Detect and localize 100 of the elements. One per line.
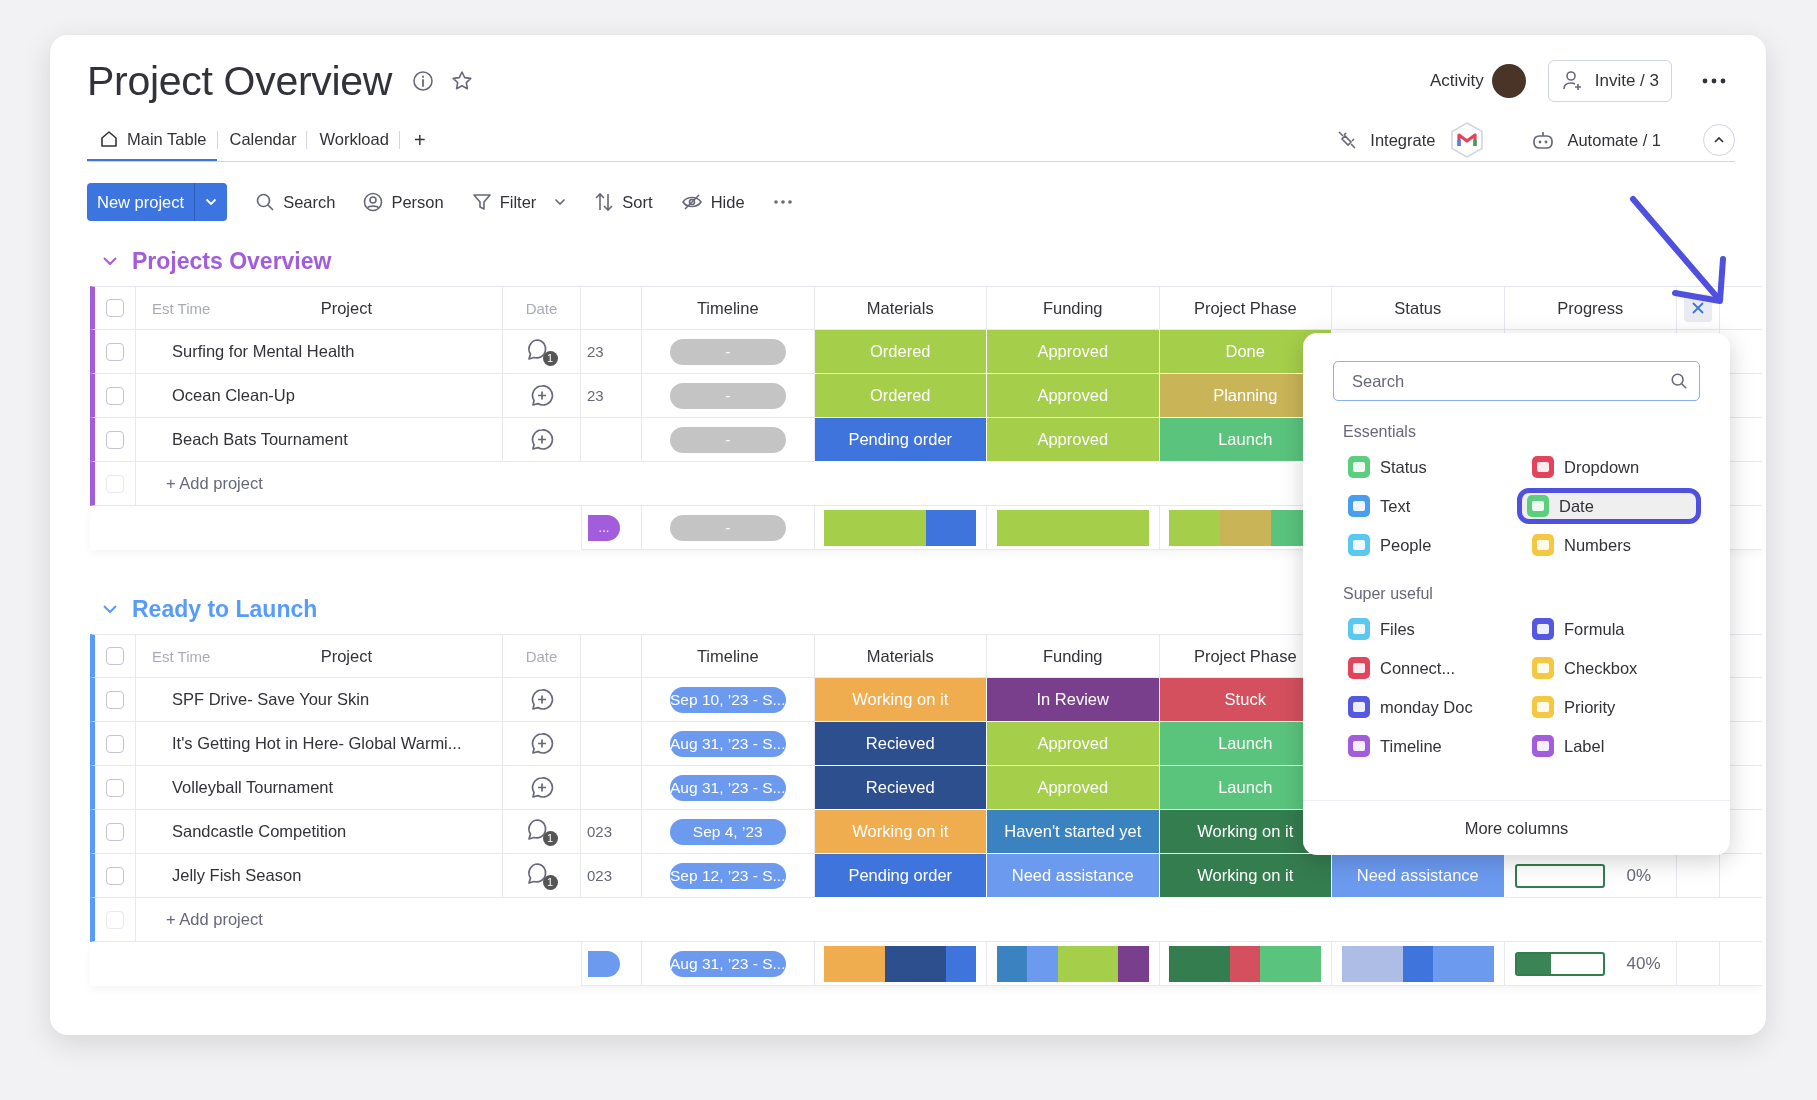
automate-link[interactable]: Automate / 1 [1567,130,1661,150]
new-project-button[interactable]: New project [87,183,228,221]
home-icon [99,129,119,149]
collapse-button[interactable] [1703,124,1735,156]
group-title[interactable]: Projects Overview [132,247,332,275]
status-label[interactable]: Haven't started yet [987,810,1160,854]
comment-icon[interactable]: 1 [525,861,558,890]
project-name[interactable]: Beach Bats Tournament [172,430,348,449]
sort-button[interactable]: Sort [594,192,653,212]
column-header[interactable]: Materials [866,646,934,666]
add-comment-icon[interactable] [529,731,554,756]
ghost-column-label: Date [525,299,558,317]
ghost-column-label: Date [525,647,558,665]
search-field[interactable]: Search [1333,361,1700,401]
status-label[interactable]: Pending order [814,854,987,898]
add-comment-icon[interactable] [529,687,554,712]
more-columns-link[interactable]: More columns [1464,818,1569,838]
column-header[interactable]: Timeline [696,646,759,666]
hide-button[interactable]: Hide [680,192,745,212]
filter-icon [471,192,492,212]
checkbox[interactable] [106,342,124,361]
comment-icon[interactable]: 1 [525,817,558,846]
checkbox[interactable] [106,430,124,449]
collapse-chevron-icon[interactable] [102,256,118,266]
column-type-option[interactable]: Files [1333,611,1517,647]
comment-count-badge: 1 [542,350,558,366]
column-type-option[interactable]: Numbers [1517,527,1701,563]
view-tab[interactable]: Main Table [87,119,217,161]
column-type-option[interactable]: Timeline [1333,728,1517,764]
status-label[interactable]: In Review [987,678,1160,722]
filter-button[interactable]: Filter [471,192,567,212]
add-comment-icon[interactable] [529,427,554,452]
add-comment-icon[interactable] [529,383,554,408]
column-header[interactable]: Materials [866,298,934,318]
eye-slash-icon [680,192,703,212]
checkbox[interactable] [106,778,124,797]
mail-logo-icon[interactable] [1449,121,1486,159]
view-tab[interactable]: Calendar [217,119,307,161]
project-name[interactable]: SPF Drive- Save Your Skin [172,690,370,709]
status-label[interactable]: Pending order [814,418,987,462]
column-type-option[interactable]: Date [1517,488,1701,524]
project-name[interactable]: Volleyball Tournament [172,778,334,797]
column-type-option[interactable]: Dropdown [1517,449,1701,485]
column-header[interactable]: Project [320,646,372,666]
column-type-option[interactable]: Status [1333,449,1517,485]
more-icon[interactable] [772,199,793,205]
activity-link[interactable]: Activity [1429,71,1484,91]
column-header[interactable]: Project [320,298,372,318]
project-name[interactable]: Sandcastle Competition [172,822,347,841]
checkbox-slot [106,910,124,929]
checkbox[interactable] [106,647,124,665]
checkbox-slot [106,474,124,493]
column-type-option[interactable]: Priority [1517,689,1701,725]
column-type-option[interactable]: Checkbox [1517,650,1701,686]
checkbox[interactable] [106,299,124,317]
add-item-link[interactable]: + Add project [166,474,263,493]
view-tab[interactable]: Workload [307,119,399,161]
checkbox[interactable] [106,822,124,841]
project-name[interactable]: Jelly Fish Season [172,866,302,885]
column-header[interactable]: Funding [1042,298,1103,318]
column-type-option[interactable]: Connect... [1333,650,1517,686]
add-item-link[interactable]: + Add project [166,910,263,929]
column-type-option[interactable]: Formula [1517,611,1701,647]
integrate-link[interactable]: Integrate [1370,130,1436,150]
collapse-chevron-icon[interactable] [102,604,118,614]
project-name[interactable]: Ocean Clean-Up [172,386,295,405]
project-name[interactable]: Surfing for Mental Health [172,342,355,361]
status-label[interactable]: Recieved [814,722,987,766]
status-label[interactable]: Recieved [814,766,987,810]
info-icon[interactable] [412,70,435,92]
date-text: 023 [587,867,613,884]
person-button[interactable]: Person [363,192,444,212]
star-icon[interactable] [450,69,475,93]
search-button[interactable]: Search [255,192,336,212]
column-type-option[interactable]: Label [1517,728,1701,764]
column-header[interactable]: Funding [1042,646,1103,666]
checkbox[interactable] [106,734,124,753]
search-icon [1670,372,1688,390]
column-type-option[interactable]: Text [1333,488,1517,524]
summary-pill: ... [588,514,620,541]
robot-icon[interactable] [1531,129,1556,151]
invite-button[interactable]: Invite / 3 [1547,60,1672,102]
checkbox[interactable] [106,866,124,885]
column-type-option[interactable]: monday Doc [1333,689,1517,725]
caret-icon [554,198,567,206]
checkbox[interactable] [106,690,124,709]
status-label[interactable]: Working on it [1159,854,1332,898]
avatar[interactable] [1491,64,1526,98]
more-icon[interactable] [1702,77,1726,85]
project-name[interactable]: It's Getting Hot in Here- Global Warmi... [172,734,462,753]
column-type-option[interactable]: People [1333,527,1517,563]
add-comment-icon[interactable] [529,775,554,800]
comment-icon[interactable]: 1 [525,337,558,366]
person-icon [363,192,384,212]
checkbox[interactable] [106,386,124,405]
column-header[interactable]: Timeline [696,298,759,318]
column-header[interactable]: Progress [1557,298,1624,318]
add-view-button[interactable]: + [399,119,440,161]
progress-percent: 40% [1626,953,1661,974]
column-header[interactable]: Status [1394,298,1442,318]
